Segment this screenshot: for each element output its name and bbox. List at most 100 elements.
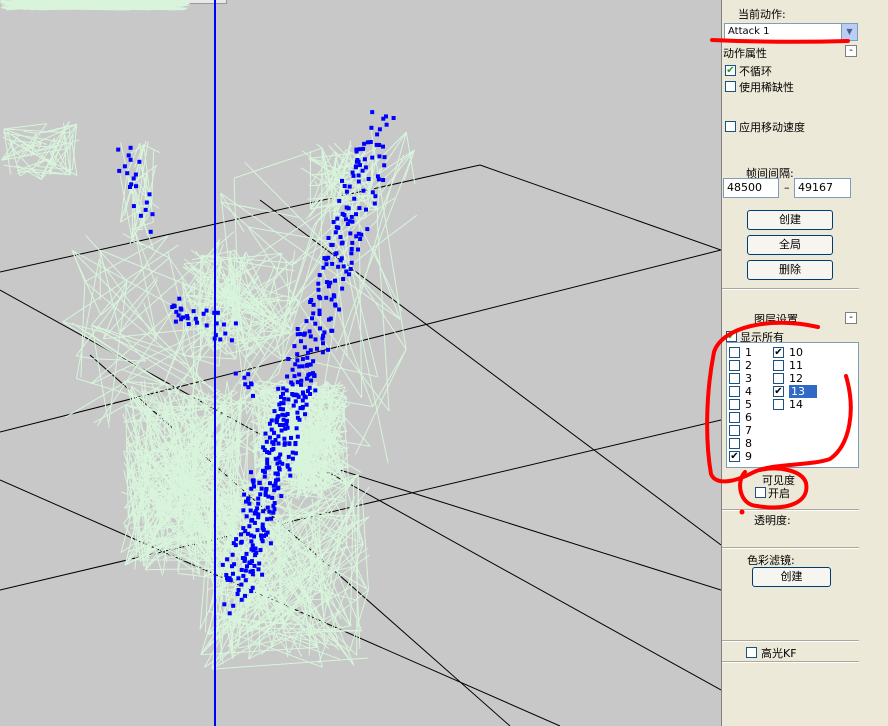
delete-button[interactable]: 删除	[747, 260, 833, 280]
layer-list[interactable]: 1 2 3 4 5 6 7 8 ✔ 9 ✔ 10 11 12 ✔ 13 14	[726, 342, 859, 468]
vertex-point	[346, 206, 351, 211]
layer-checkbox[interactable]: ✔	[773, 385, 784, 397]
vertex-point	[287, 441, 292, 446]
vertex-point	[283, 426, 288, 431]
vertex-point	[150, 212, 155, 217]
color-filter-label: 色彩滤镜:	[747, 554, 795, 567]
layer-checkbox[interactable]	[729, 385, 740, 397]
no-loop-checkbox[interactable]: ✔	[725, 65, 736, 76]
layer-item[interactable]: 7	[729, 424, 752, 437]
vertex-point	[267, 435, 272, 440]
layer-item[interactable]: ✔ 9	[729, 450, 752, 463]
vertex-point	[331, 293, 336, 298]
color-filter-create-button[interactable]: 创建	[752, 567, 831, 587]
vertex-point	[236, 576, 241, 581]
layer-label: 7	[745, 424, 752, 437]
global-button[interactable]: 全局	[747, 235, 833, 255]
layer-item[interactable]: 6	[729, 411, 752, 424]
vertex-point	[320, 336, 325, 341]
vertex-point	[265, 505, 270, 510]
wire-edge	[3, 123, 47, 130]
layer-item[interactable]: 14	[773, 398, 803, 411]
vertex-point	[268, 541, 273, 546]
vertex-point	[278, 407, 283, 411]
layer-item[interactable]: 5	[729, 398, 752, 411]
layer-item[interactable]: 2	[729, 359, 752, 372]
layer-settings-label: 图层设置	[754, 313, 798, 326]
layer-item[interactable]: 8	[729, 437, 752, 450]
layer-item[interactable]: 12	[773, 372, 803, 385]
apply-move-speed-checkbox[interactable]	[725, 121, 736, 132]
layer-item[interactable]: 4	[729, 385, 752, 398]
layer-checkbox[interactable]: ✔	[729, 450, 740, 462]
layer-item[interactable]: 3	[729, 372, 752, 385]
layer-checkbox[interactable]	[729, 437, 740, 449]
highlight-kf-checkbox[interactable]	[746, 647, 757, 658]
vertex-point	[290, 456, 295, 461]
frame-start-input[interactable]: 48500	[723, 178, 779, 198]
apply-move-speed-label: 应用移动速度	[739, 121, 805, 134]
show-all-checkbox[interactable]: ✔	[726, 331, 737, 342]
wire-edge	[372, 349, 407, 407]
chevron-down-icon[interactable]: ▼	[841, 24, 857, 40]
wire-edge	[69, 128, 71, 175]
vertex-point	[204, 308, 209, 313]
vertex-point	[249, 518, 254, 523]
layer-checkbox[interactable]	[729, 346, 740, 358]
layer-checkbox[interactable]: ✔	[773, 346, 784, 358]
layer-checkbox[interactable]	[729, 372, 740, 384]
vertex-point	[212, 336, 217, 341]
vertex-point	[327, 317, 331, 322]
vertex-point	[291, 403, 296, 408]
vertex-point	[243, 568, 248, 573]
layer-item[interactable]: 1	[729, 346, 752, 359]
layer-item[interactable]: ✔ 13	[773, 385, 817, 398]
vertex-point	[233, 371, 238, 376]
layer-checkbox[interactable]	[773, 359, 784, 371]
3d-viewport[interactable]	[0, 0, 721, 726]
enable-checkbox[interactable]	[755, 487, 766, 498]
vertex-point	[269, 516, 274, 521]
vertex-point	[377, 127, 382, 132]
vertex-point	[362, 141, 367, 146]
frame-end-input[interactable]: 49167	[794, 178, 851, 198]
vertex-point	[267, 465, 272, 470]
vertex-point	[242, 375, 247, 380]
transparency-label: 透明度:	[754, 514, 791, 527]
use-sparse-checkbox[interactable]	[725, 81, 736, 92]
layer-label: 8	[745, 437, 752, 450]
layer-checkbox[interactable]	[729, 359, 740, 371]
layer-checkbox[interactable]	[773, 398, 784, 410]
current-action-dropdown[interactable]: Attack 1 ▼	[724, 23, 858, 41]
vertex-point	[299, 339, 303, 344]
vertex-point	[122, 164, 127, 169]
vertex-point	[305, 376, 309, 381]
create-button[interactable]: 创建	[747, 210, 833, 230]
vertex-point	[305, 355, 310, 360]
vertex-point	[375, 174, 380, 179]
layer-checkbox[interactable]	[773, 372, 784, 384]
wire-edge	[131, 228, 143, 231]
minus-icon[interactable]: -	[845, 45, 857, 57]
layer-item[interactable]: 11	[773, 359, 803, 372]
vertex-point	[248, 560, 253, 565]
vertex-point	[179, 317, 184, 322]
wire-edge	[354, 349, 407, 455]
vertex-point	[252, 511, 257, 516]
wire-edge	[220, 201, 300, 218]
vertex-point	[250, 569, 255, 573]
vertex-point	[284, 418, 289, 423]
minus-icon[interactable]: -	[845, 312, 857, 324]
vertex-point	[356, 231, 361, 236]
vertex-point	[333, 303, 338, 308]
vertex-point	[384, 122, 389, 127]
layer-checkbox[interactable]	[729, 424, 740, 436]
layer-checkbox[interactable]	[729, 411, 740, 423]
layer-item[interactable]: ✔ 10	[773, 346, 803, 359]
vertex-point	[214, 321, 219, 326]
vertex-point	[176, 313, 181, 318]
wire-edge	[335, 149, 415, 352]
vertex-point	[275, 461, 280, 466]
layer-checkbox[interactable]	[729, 398, 740, 410]
action-property-panel: 当前动作: Attack 1 ▼ 动作属性 - ✔ 不循环 使用稀缺性 应用移动…	[721, 0, 888, 726]
